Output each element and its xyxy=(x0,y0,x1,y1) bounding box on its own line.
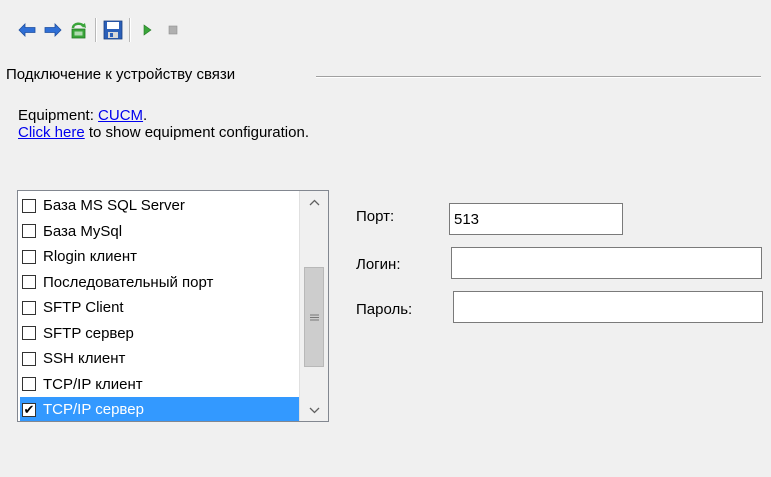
list-item-checkbox[interactable] xyxy=(22,275,36,290)
group-divider xyxy=(316,76,761,78)
list-item[interactable]: SFTP Client xyxy=(20,295,302,321)
save-button[interactable] xyxy=(100,17,126,43)
list-item-label: База MySql xyxy=(43,222,123,240)
port-label: Порт: xyxy=(356,208,395,225)
list-item-label: База MS SQL Server xyxy=(43,197,185,215)
list-item-checkbox[interactable]: ✔ xyxy=(22,402,36,418)
equipment-prefix: Equipment: xyxy=(18,107,99,124)
chevron-down-icon xyxy=(309,407,319,413)
toolbar xyxy=(14,16,186,44)
group-title: Подключение к устройству связи xyxy=(6,66,236,83)
toolbar-separator xyxy=(95,18,97,42)
list-item-checkbox[interactable] xyxy=(22,224,36,239)
play-icon xyxy=(143,24,152,36)
login-input[interactable] xyxy=(451,247,762,279)
list-scrollbar[interactable] xyxy=(299,191,328,421)
refresh-button[interactable] xyxy=(66,17,92,43)
start-button[interactable] xyxy=(134,17,160,43)
list-item[interactable]: SSH клиент xyxy=(20,346,302,372)
list-item-label: SFTP Client xyxy=(43,299,124,317)
password-input[interactable] xyxy=(453,291,763,323)
equipment-link[interactable]: CUCM xyxy=(98,107,143,124)
list-item-checkbox[interactable] xyxy=(22,198,36,213)
arrow-right-icon xyxy=(44,23,62,37)
list-item[interactable]: Последовательный порт xyxy=(20,270,302,296)
list-item[interactable]: ✔ TCP/IP сервер xyxy=(20,397,302,421)
back-button[interactable] xyxy=(14,17,40,43)
list-item-checkbox[interactable] xyxy=(22,351,36,366)
list-item[interactable]: Rlogin клиент xyxy=(20,244,302,270)
port-input[interactable] xyxy=(449,203,623,235)
list-item-label: TCP/IP клиент xyxy=(43,375,143,393)
list-item-checkbox[interactable] xyxy=(22,249,36,264)
stop-button[interactable] xyxy=(160,17,186,43)
list-item-checkbox[interactable] xyxy=(22,300,36,315)
scroll-thumb[interactable] xyxy=(304,267,324,367)
forward-button[interactable] xyxy=(40,17,66,43)
chevron-up-icon xyxy=(309,199,319,205)
list-item-checkbox[interactable] xyxy=(22,326,36,341)
scroll-up-button[interactable] xyxy=(300,191,328,213)
equipment-suffix: . xyxy=(143,107,148,124)
config-text: to show equipment configuration. xyxy=(84,124,309,141)
list-item[interactable]: База MySql xyxy=(20,219,302,245)
refresh-icon xyxy=(71,22,86,39)
list-item-label: Rlogin клиент xyxy=(43,248,138,266)
grip-icon xyxy=(309,314,319,320)
list-item-checkbox[interactable] xyxy=(22,377,36,392)
show-config-link[interactable]: Click here xyxy=(18,124,85,141)
stop-icon xyxy=(168,25,178,35)
list-item[interactable]: TCP/IP клиент xyxy=(20,372,302,398)
list-item-label: Последовательный порт xyxy=(43,273,214,291)
connection-type-list[interactable]: База MS SQL Server База MySql Rlogin клиен… xyxy=(17,190,329,422)
login-label: Логин: xyxy=(356,256,401,273)
list-items: База MS SQL Server База MySql Rlogin клиен… xyxy=(20,193,302,421)
checkmark-icon: ✔ xyxy=(23,402,35,418)
password-label: Пароль: xyxy=(356,301,413,318)
list-item-label: SSH клиент xyxy=(43,350,126,368)
list-item[interactable]: SFTP сервер xyxy=(20,321,302,347)
scroll-down-button[interactable] xyxy=(300,399,328,421)
config-line: Click here to show equipment configurati… xyxy=(18,124,309,141)
list-item-label: TCP/IP сервер xyxy=(43,401,144,419)
list-item-label: SFTP сервер xyxy=(43,324,134,342)
arrow-left-icon xyxy=(18,23,36,37)
equipment-line: Equipment: CUCM. xyxy=(18,107,147,124)
list-item[interactable]: База MS SQL Server xyxy=(20,193,302,219)
toolbar-separator xyxy=(129,18,131,42)
save-icon xyxy=(103,20,123,40)
